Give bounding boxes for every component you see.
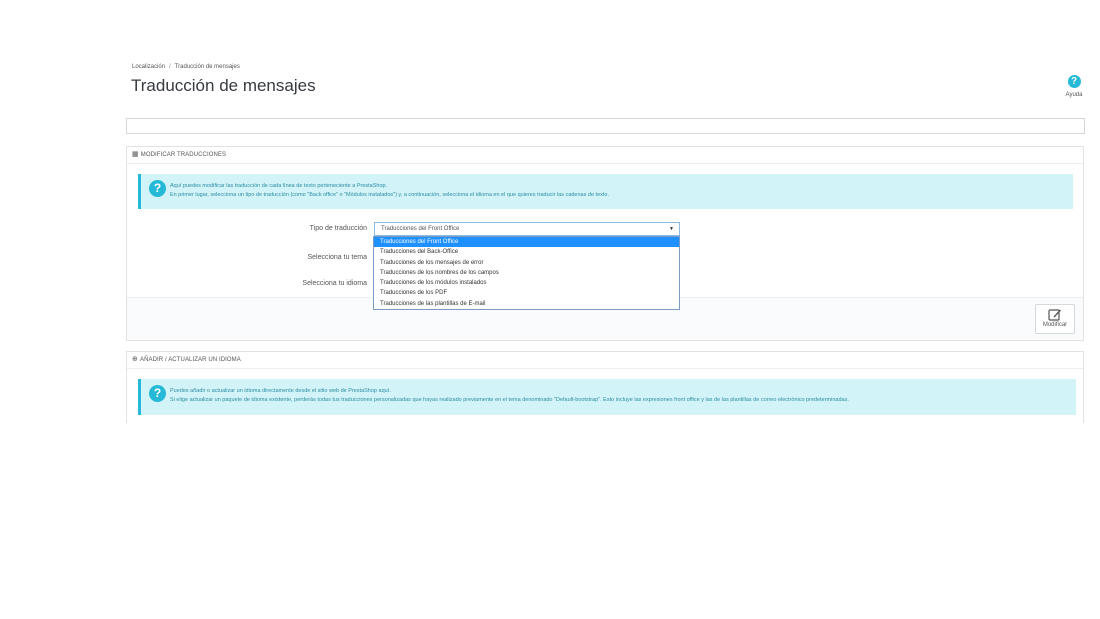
alert-line: En primer lugar, selecciona un tipo de t…: [170, 192, 609, 198]
info-alert: ? Aquí puedes modificar las traducción d…: [138, 174, 1073, 209]
form-row-translation-type: Tipo de traducción Traducciones del Fron…: [127, 222, 1083, 236]
alert-line: Si elige actualizar un paquete de idioma…: [170, 397, 849, 403]
add-language-panel: ⊕ Añadir / actualizar un idioma ? Puedes …: [126, 351, 1084, 423]
translation-type-dropdown[interactable]: Traducciones del Front Office Traduccion…: [373, 236, 680, 311]
plus-circle-icon: ⊕: [132, 356, 138, 363]
question-circle-icon: ?: [149, 180, 166, 197]
dropdown-option[interactable]: Traducciones de los mensajes de error: [374, 258, 679, 268]
dropdown-option[interactable]: Traducciones del Back-Office: [374, 247, 679, 257]
alert-text: Aquí puedes modificar las traducción de …: [170, 182, 609, 200]
theme-label: Selecciona tu tema: [307, 254, 367, 261]
alert-line: Aquí puedes modificar las traducción de …: [170, 183, 388, 189]
panel-heading: ⊕ Añadir / actualizar un idioma: [127, 352, 1083, 369]
question-circle-icon: ?: [149, 385, 166, 402]
alert-line: Puedes añadir o actualizar un idioma dir…: [170, 388, 391, 394]
empty-panel: [126, 118, 1085, 134]
alert-text: Puedes añadir o actualizar un idioma dir…: [170, 387, 849, 405]
modify-button[interactable]: Modificar: [1035, 304, 1075, 334]
panel-heading: ▦ Modificar traducciones: [127, 147, 1083, 164]
modify-button-label: Modificar: [1042, 322, 1068, 328]
breadcrumb-parent-link[interactable]: Localización: [132, 64, 165, 70]
panel-heading-title: Añadir / actualizar un idioma: [139, 357, 241, 363]
panel-heading-title: Modificar traducciones: [140, 152, 227, 158]
language-label: Selecciona tu idioma: [302, 280, 367, 287]
help-button[interactable]: ? Ayuda: [1062, 75, 1086, 98]
translation-type-select[interactable]: Traducciones del Front Office ▼: [374, 222, 680, 236]
breadcrumb-current: Traducción de mensajes: [174, 64, 240, 70]
dropdown-option[interactable]: Traducciones de las plantillas de E-mail: [374, 299, 679, 309]
edit-icon: [1048, 309, 1061, 321]
book-icon: ▦: [132, 151, 139, 158]
dropdown-option[interactable]: Traducciones de los PDF: [374, 288, 679, 298]
page: Localización / Traducción de mensajes Trad…: [0, 0, 1100, 619]
question-circle-icon: ?: [1067, 75, 1081, 88]
dropdown-option[interactable]: Traducciones del Front Office: [374, 237, 679, 248]
info-alert: ? Puedes añadir o actualizar un idioma d…: [138, 379, 1076, 415]
breadcrumb: Localización / Traducción de mensajes: [132, 64, 240, 70]
caret-down-icon: ▼: [669, 226, 674, 232]
translation-type-value: Traducciones del Front Office: [381, 226, 460, 232]
dropdown-option[interactable]: Traducciones de los nombres de los campo…: [374, 268, 679, 278]
dropdown-option[interactable]: Traducciones de los módulos instalados: [374, 278, 679, 288]
page-title: Traducción de mensajes: [131, 76, 316, 95]
breadcrumb-separator: /: [169, 64, 171, 70]
help-label: Ayuda: [1065, 92, 1083, 98]
translation-type-label: Tipo de traducción: [309, 225, 367, 232]
